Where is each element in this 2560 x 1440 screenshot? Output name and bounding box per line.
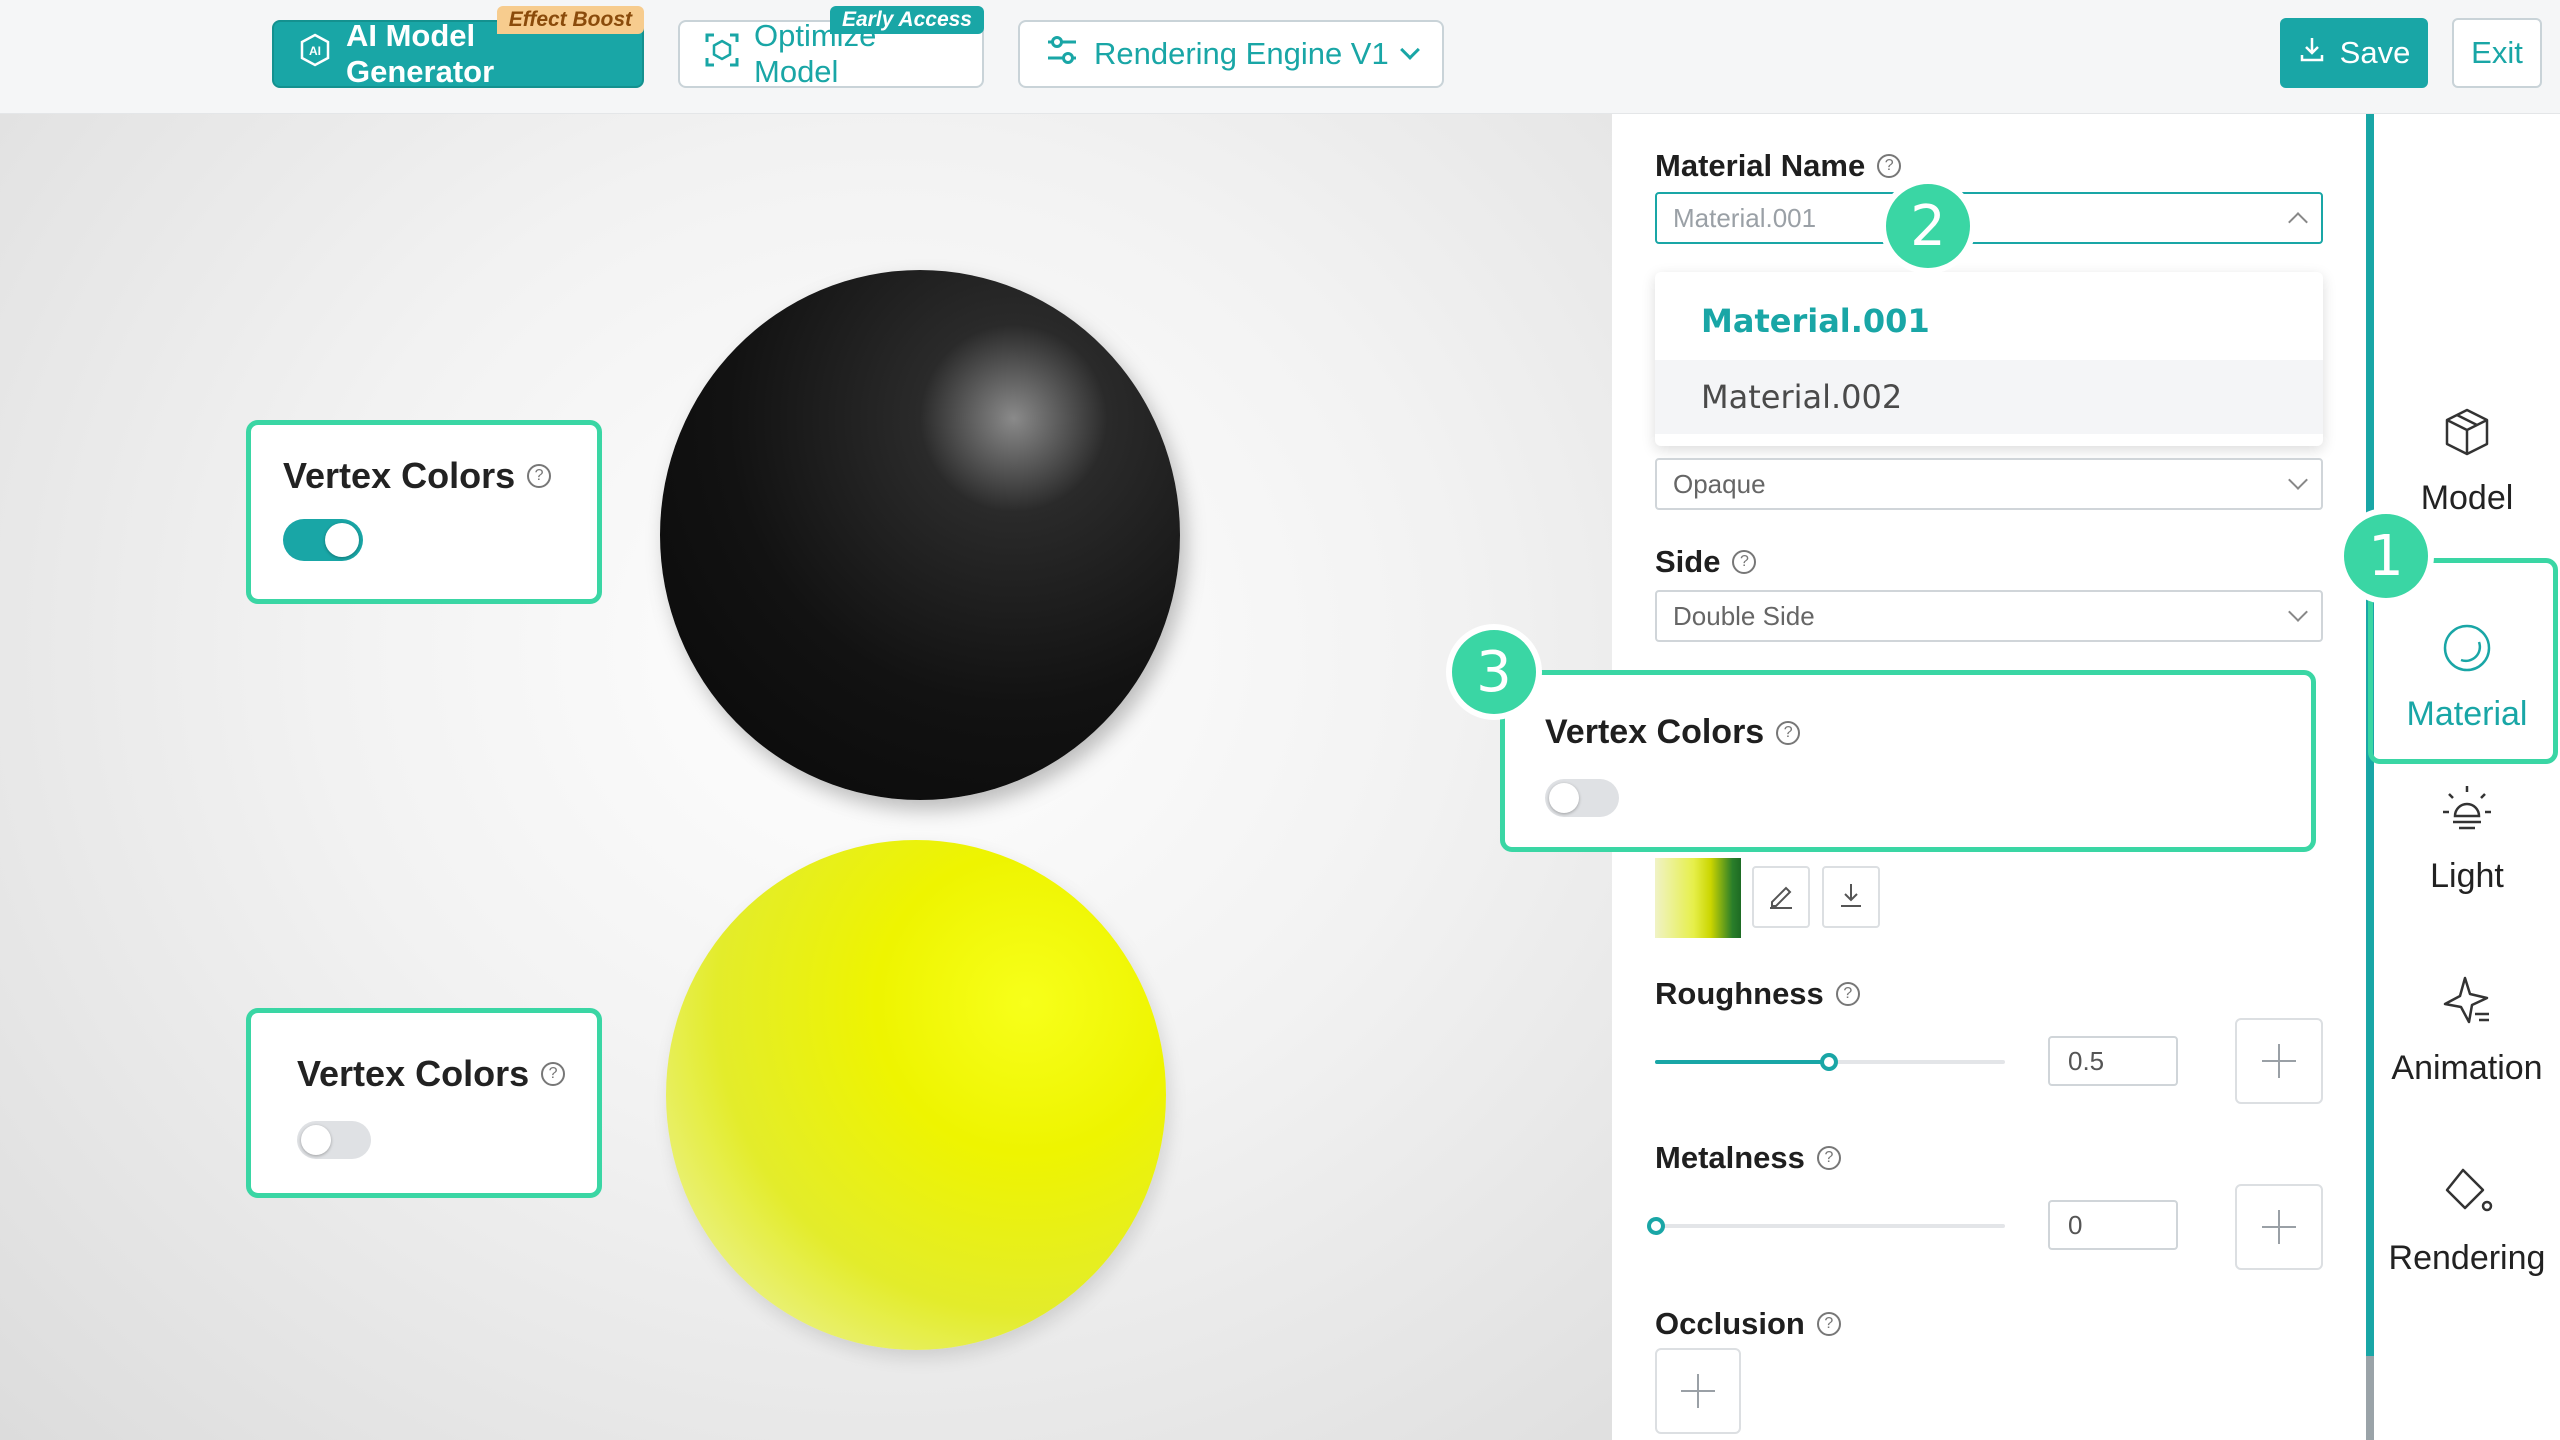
- callout-badge-3: 3: [1446, 624, 1542, 720]
- save-label: Save: [2339, 35, 2411, 70]
- lightbulb-icon: [2439, 782, 2495, 847]
- black-sphere-model[interactable]: [660, 270, 1180, 800]
- optimize-scan-icon: [704, 32, 740, 76]
- download-icon: [2298, 35, 2326, 71]
- metalness-label: Metalness ?: [1655, 1140, 1841, 1176]
- vertex-colors-card-disabled: Vertex Colors ?: [246, 1008, 602, 1198]
- help-icon: ?: [1776, 720, 1801, 745]
- sidebar-item-light[interactable]: Light: [2374, 782, 2560, 896]
- optimize-model-button[interactable]: Optimize Model Early Access: [678, 6, 984, 89]
- color-map-swatch[interactable]: [1655, 858, 1741, 938]
- paint-bucket-icon: [2439, 1164, 2495, 1229]
- roughness-add-map-button[interactable]: [2235, 1018, 2323, 1104]
- help-icon: ?: [1835, 982, 1860, 1006]
- save-button[interactable]: Save: [2280, 18, 2428, 88]
- sidebar-item-label: Animation: [2391, 1049, 2543, 1087]
- callout-badge-2: 2: [1880, 178, 1976, 274]
- metalness-slider-track[interactable]: [1655, 1224, 2005, 1228]
- pencil-icon: [1766, 880, 1796, 915]
- sidebar-item-label: Light: [2430, 857, 2504, 895]
- vertex-colors-title: Vertex Colors ?: [297, 1053, 566, 1095]
- vertex-colors-panel-card: Vertex Colors ?: [1500, 670, 2316, 852]
- vertex-colors-toggle-off[interactable]: [297, 1121, 371, 1159]
- help-icon: ?: [1816, 1312, 1841, 1336]
- metalness-add-map-button[interactable]: [2235, 1184, 2323, 1270]
- material-dropdown-menu: Material.001 Material.002: [1655, 272, 2323, 446]
- help-icon: ?: [1877, 154, 1902, 178]
- material-name-select[interactable]: Material.001: [1655, 192, 2323, 244]
- metalness-input[interactable]: 0: [2048, 1200, 2178, 1250]
- panel-scrollbar[interactable]: [2366, 114, 2374, 1440]
- help-icon: ?: [1816, 1146, 1841, 1170]
- sidebar-item-material[interactable]: Material: [2374, 620, 2560, 734]
- material-option-001[interactable]: Material.001: [1655, 284, 2323, 358]
- material-option-002[interactable]: Material.002: [1655, 360, 2323, 434]
- rendering-engine-dropdown[interactable]: Rendering Engine V1: [1018, 20, 1444, 88]
- edit-map-button[interactable]: [1752, 866, 1810, 928]
- chevron-up-icon: [2288, 212, 2308, 232]
- occlusion-add-map-button[interactable]: [1655, 1348, 1741, 1434]
- vertex-colors-card-enabled: Vertex Colors ?: [246, 420, 602, 604]
- sidebar-item-label: Rendering: [2388, 1239, 2546, 1277]
- roughness-slider-thumb[interactable]: [1820, 1053, 1838, 1071]
- roughness-input[interactable]: 0.5: [2048, 1036, 2178, 1086]
- callout-badge-1: 1: [2338, 508, 2434, 604]
- side-select[interactable]: Double Side: [1655, 590, 2323, 642]
- vertex-colors-panel-toggle[interactable]: [1545, 779, 1619, 817]
- sidebar-item-animation[interactable]: Animation: [2374, 974, 2560, 1088]
- chevron-down-icon: [1399, 40, 1420, 60]
- vertex-colors-title: Vertex Colors ?: [283, 455, 552, 497]
- chevron-down-icon: [2288, 602, 2308, 622]
- occlusion-label: Occlusion ?: [1655, 1306, 1841, 1342]
- metalness-slider-thumb[interactable]: [1647, 1217, 1665, 1235]
- effect-boost-tag: Effect Boost: [496, 6, 644, 34]
- vertex-colors-label: Vertex Colors ?: [1545, 713, 1801, 752]
- material-sphere-icon: [2439, 620, 2495, 685]
- blend-mode-select[interactable]: Opaque: [1655, 458, 2323, 510]
- exit-button[interactable]: Exit: [2452, 18, 2542, 88]
- sidebar-item-label: Model: [2420, 479, 2514, 517]
- panel-scrollbar-thumb[interactable]: [2366, 1356, 2374, 1440]
- sparkle-icon: [2439, 974, 2495, 1039]
- download-map-button[interactable]: [1822, 866, 1880, 928]
- help-icon: ?: [527, 464, 552, 488]
- top-toolbar: AI AI Model Generator Effect Boost Optim…: [0, 0, 2560, 114]
- rendering-engine-label: Rendering Engine V1: [1094, 36, 1389, 71]
- vertex-colors-toggle-on[interactable]: [283, 519, 363, 561]
- sidebar-item-rendering[interactable]: Rendering: [2374, 1164, 2560, 1278]
- download-icon: [1836, 880, 1866, 915]
- chevron-down-icon: [2288, 470, 2308, 490]
- early-access-tag: Early Access: [830, 6, 984, 34]
- side-label: Side ?: [1655, 544, 1757, 580]
- yellow-sphere-model[interactable]: [666, 840, 1166, 1350]
- help-icon: ?: [1732, 550, 1757, 574]
- material-name-label: Material Name ?: [1655, 148, 1902, 184]
- roughness-label: Roughness ?: [1655, 976, 1860, 1012]
- ai-badge-icon: AI: [298, 33, 332, 75]
- svg-text:AI: AI: [309, 44, 321, 58]
- sidebar-item-label: Material: [2406, 695, 2528, 733]
- cube-icon: [2439, 404, 2495, 469]
- sidebar-item-model[interactable]: Model: [2374, 404, 2560, 518]
- help-icon: ?: [541, 1062, 566, 1086]
- 3d-viewport[interactable]: Vertex Colors ? Vertex Colors ?: [0, 114, 1612, 1440]
- ai-model-generator-button[interactable]: AI AI Model Generator Effect Boost: [272, 6, 644, 89]
- roughness-slider-fill: [1655, 1060, 1830, 1064]
- sliders-icon: [1044, 32, 1080, 76]
